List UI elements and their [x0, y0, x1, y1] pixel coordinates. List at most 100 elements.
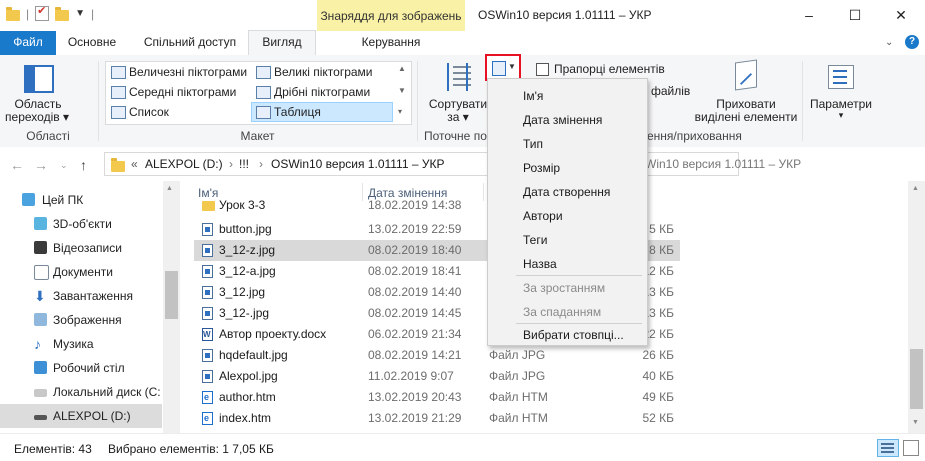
- menu-item-date-created[interactable]: Дата створення: [523, 185, 610, 199]
- file-list-scrollbar[interactable]: ▲ ▼: [908, 181, 925, 433]
- sort-by-button[interactable]: за ▾: [425, 110, 491, 124]
- nav-item-videos[interactable]: Відеозаписи: [0, 236, 162, 260]
- layout-list[interactable]: Список: [107, 103, 269, 121]
- file-date: 18.02.2019 14:38: [368, 199, 462, 212]
- file-date: 08.02.2019 14:21: [368, 348, 462, 362]
- tab-view[interactable]: Вигляд: [248, 30, 316, 56]
- file-size: 49 КБ: [642, 390, 674, 404]
- nav-item-alexpol-d[interactable]: ALEXPOL (D:): [0, 404, 162, 428]
- nav-item-local-disk-c[interactable]: Локальний диск (C:: [0, 380, 162, 404]
- menu-item-authors[interactable]: Автори: [523, 209, 563, 223]
- minimize-button[interactable]: –: [786, 0, 832, 31]
- details-icon: [256, 106, 271, 119]
- overflow-chevron[interactable]: «: [131, 157, 138, 171]
- downloads-icon: ⬇: [34, 288, 46, 304]
- html-file-icon: [202, 408, 213, 429]
- layout-small-icons[interactable]: Дрібні піктограми: [252, 83, 414, 101]
- 3d-objects-icon: [34, 217, 47, 230]
- new-folder-icon[interactable]: [55, 6, 70, 21]
- file-date: 13.02.2019 21:29: [368, 411, 462, 425]
- properties-icon[interactable]: ✔: [35, 5, 50, 21]
- tab-file[interactable]: Файл: [0, 31, 56, 55]
- add-columns-button[interactable]: ▼: [485, 54, 521, 81]
- gallery-scroll-down-icon[interactable]: ▼: [398, 86, 406, 95]
- breadcrumb-drive[interactable]: ALEXPOL (D:): [145, 157, 223, 171]
- hide-selected-label-2[interactable]: виділені елементи: [690, 110, 802, 124]
- nav-item-label: Зображення: [53, 313, 122, 327]
- menu-item-type[interactable]: Тип: [523, 137, 543, 151]
- item-checkboxes-checkbox[interactable]: [536, 63, 549, 76]
- menu-item-tags[interactable]: Теги: [523, 233, 547, 247]
- up-icon[interactable]: ↑: [80, 157, 87, 173]
- layout-item-label: Список: [129, 105, 169, 119]
- navigation-pane-label-1[interactable]: Область: [8, 97, 68, 111]
- help-icon[interactable]: ?: [905, 35, 919, 49]
- file-type: Файл HTM: [489, 390, 548, 404]
- table-row[interactable]: hqdefault.jpg 08.02.2019 14:21 Файл JPG 26 …: [194, 345, 680, 366]
- nav-item-documents[interactable]: Документи: [0, 260, 162, 284]
- hide-selected-icon: [735, 59, 757, 91]
- details-view-icon[interactable]: [877, 439, 899, 457]
- qat-dropdown-icon[interactable]: ▼: [75, 8, 85, 19]
- breadcrumb-current[interactable]: OSWin10 версия 1.01111 – УКР: [271, 157, 444, 171]
- sort-by-label-1[interactable]: Сортувати: [425, 97, 491, 111]
- scrollbar-thumb[interactable]: [165, 271, 178, 319]
- contextual-tab-title: Знаряддя для зображень: [320, 9, 462, 23]
- nav-item-desktop[interactable]: Робочий стіл: [0, 356, 162, 380]
- gallery-scroll-up-icon[interactable]: ▲: [398, 64, 406, 73]
- group-label-layout: Макет: [240, 129, 275, 143]
- menu-item-size[interactable]: Розмір: [523, 161, 560, 175]
- nav-item-this-pc[interactable]: Цей ПК: [0, 188, 162, 212]
- layout-details[interactable]: Таблиця: [251, 102, 393, 122]
- nav-item-3d-objects[interactable]: 3D-об'єкти: [0, 212, 162, 236]
- nav-item-downloads[interactable]: ⬇ Завантаження: [0, 284, 162, 308]
- scrollbar-thumb[interactable]: [910, 349, 923, 409]
- image-file-icon: [202, 244, 213, 257]
- options-dropdown-icon[interactable]: ▾: [806, 108, 876, 122]
- breadcrumb-folder[interactable]: !!!: [239, 157, 249, 171]
- file-name: Урок 3-3: [219, 199, 266, 212]
- maximize-button[interactable]: ☐: [832, 0, 878, 31]
- tab-home[interactable]: Основне: [60, 31, 124, 55]
- nav-item-music[interactable]: ♪ Музика: [0, 332, 162, 356]
- hide-selected-label-1[interactable]: Приховати: [700, 97, 792, 111]
- table-row[interactable]: index.htm 13.02.2019 21:29 Файл HTM 52 КБ: [194, 408, 680, 429]
- layout-item-label: Великі піктограми: [274, 65, 373, 79]
- layout-extra-large-icons[interactable]: Величезні піктограми: [107, 63, 269, 81]
- tab-manage[interactable]: Керування: [317, 31, 465, 55]
- navigation-pane-label-2: переходів: [5, 110, 60, 124]
- navigation-pane-button[interactable]: переходів ▾: [4, 110, 70, 124]
- back-icon[interactable]: ←: [10, 157, 24, 173]
- quick-access-toolbar: | ✔ ▼ |: [6, 5, 94, 21]
- file-extensions-label-partial[interactable]: файлів: [651, 84, 690, 98]
- file-name: button.jpg: [219, 222, 272, 236]
- large-icons-view-icon[interactable]: [903, 440, 919, 456]
- nav-item-label: Локальний диск (C:: [53, 385, 161, 399]
- layout-medium-icons[interactable]: Середні піктограми: [107, 83, 269, 101]
- desktop-icon: [34, 361, 47, 374]
- file-size: 40 КБ: [642, 369, 674, 383]
- menu-item-date-modified[interactable]: Дата змінення: [523, 113, 602, 127]
- menu-item-choose-columns[interactable]: Вибрати стовпці...: [523, 328, 624, 342]
- layout-large-icons[interactable]: Великі піктограми: [252, 63, 414, 81]
- navigation-pane-scrollbar[interactable]: ▲: [163, 181, 180, 433]
- table-row[interactable]: Alexpol.jpg 11.02.2019 9:07 Файл JPG 40 КБ: [194, 366, 680, 387]
- menu-item-name[interactable]: Ім'я: [523, 89, 543, 103]
- options-icon: [828, 65, 854, 89]
- gallery-more-icon[interactable]: ▾: [398, 107, 402, 116]
- file-size: 52 КБ: [642, 411, 674, 425]
- search-box-partial[interactable]: Win10 версия 1.01111 – УКР: [645, 157, 801, 171]
- column-header-date[interactable]: Дата змінення: [368, 186, 447, 200]
- close-button[interactable]: ✕: [878, 0, 924, 31]
- forward-icon[interactable]: →: [34, 157, 48, 173]
- table-row[interactable]: author.htm 13.02.2019 20:43 Файл HTM 49 КБ: [194, 387, 680, 408]
- menu-item-title[interactable]: Назва: [523, 257, 557, 271]
- collapse-ribbon-icon[interactable]: ⌄: [885, 37, 893, 48]
- nav-item-pictures[interactable]: Зображення: [0, 308, 162, 332]
- music-icon: ♪: [34, 336, 41, 352]
- recent-locations-icon[interactable]: ⌄: [60, 160, 68, 171]
- file-size: 8 КБ: [649, 243, 674, 257]
- group-label-panes: Області: [26, 129, 70, 143]
- tab-share[interactable]: Спільний доступ: [135, 31, 245, 55]
- column-header-name[interactable]: Ім'я: [198, 186, 218, 200]
